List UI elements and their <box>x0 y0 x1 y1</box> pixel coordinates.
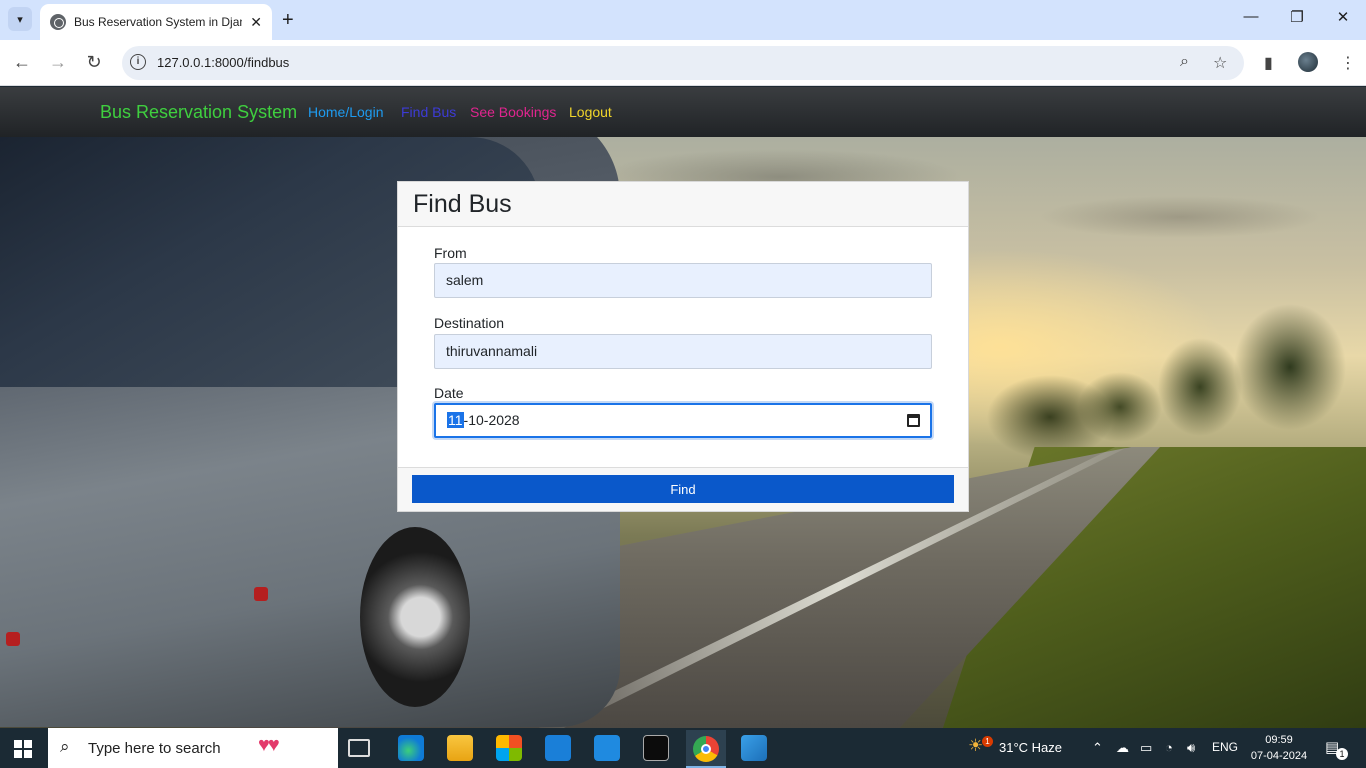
zoom-icon[interactable]: ⌕ <box>1180 53 1189 71</box>
brand-link[interactable]: Bus Reservation System <box>100 102 297 123</box>
from-label: From <box>434 245 467 261</box>
find-bus-card: Find Bus From salem Destination thiruvan… <box>397 181 969 512</box>
menu-icon[interactable]: ⋮ <box>1340 53 1356 73</box>
background-trees <box>960 247 1366 457</box>
star-icon[interactable]: ☆ <box>1213 53 1227 73</box>
chevron-down-icon: ▾ <box>17 13 23 26</box>
browser-tab[interactable]: Bus Reservation System in Djan ✕ <box>40 4 272 40</box>
microsoft-store-icon[interactable] <box>496 735 522 761</box>
weather-icon[interactable]: ☀ <box>968 736 983 756</box>
new-tab-button[interactable]: + <box>282 9 294 31</box>
chrome-taskbar-item[interactable] <box>686 730 726 768</box>
nav-see-bookings[interactable]: See Bookings <box>470 104 556 120</box>
wifi-icon[interactable]: ◔ <box>1165 740 1173 755</box>
mail-icon[interactable] <box>545 735 571 761</box>
browser-tabstrip: ▾ Bus Reservation System in Djan ✕ + — ❐… <box>0 0 1366 40</box>
card-title: Find Bus <box>413 190 512 218</box>
back-arrow-icon[interactable]: ← <box>10 52 34 72</box>
date-day-selected[interactable]: 11 <box>447 412 464 428</box>
side-panel-icon[interactable]: ▮ <box>1264 53 1273 73</box>
tab-search-button[interactable]: ▾ <box>8 7 32 31</box>
close-window-button[interactable]: ✕ <box>1320 8 1366 26</box>
from-value: salem <box>446 272 484 288</box>
restore-button[interactable]: ❐ <box>1274 8 1320 26</box>
date-label: Date <box>434 385 464 401</box>
browser-toolbar: ← → ↻ i 127.0.0.1:8000/findbus ⌕ ☆ ▮ ⋮ <box>0 40 1366 86</box>
windows-start-icon[interactable] <box>14 740 32 758</box>
page-background: Bus Reservation System Home/Login Find B… <box>0 87 1366 728</box>
search-icon: ⌕ <box>60 737 70 756</box>
site-navbar: Bus Reservation System Home/Login Find B… <box>0 87 1366 137</box>
destination-value: thiruvannamali <box>446 343 538 359</box>
photos-icon[interactable] <box>741 735 767 761</box>
chevron-up-icon[interactable]: ⌃ <box>1092 740 1103 756</box>
close-icon[interactable]: ✕ <box>250 14 262 31</box>
vscode-icon[interactable] <box>594 735 620 761</box>
taskbar-search-placeholder: Type here to search <box>88 740 221 757</box>
volume-icon[interactable]: 🔊︎ <box>1187 740 1195 756</box>
windows-taskbar: ⌕ Type here to search ♥♥ ☀ 1 31°C Haze ⌃… <box>0 728 1366 768</box>
calendar-icon[interactable] <box>907 414 920 427</box>
bus-wheel <box>360 527 470 707</box>
profile-avatar[interactable] <box>1298 52 1318 72</box>
url-text[interactable]: 127.0.0.1:8000/findbus <box>157 55 289 70</box>
taskbar-search-box[interactable]: ⌕ Type here to search ♥♥ <box>48 728 338 768</box>
notifications-badge: 1 <box>1336 748 1348 760</box>
minimize-button[interactable]: — <box>1228 8 1274 25</box>
find-button[interactable]: Find <box>412 475 954 503</box>
globe-icon <box>50 14 66 30</box>
terminal-icon[interactable] <box>643 735 669 761</box>
card-header: Find Bus <box>398 182 968 227</box>
file-explorer-icon[interactable] <box>447 735 473 761</box>
forward-arrow-icon[interactable]: → <box>46 52 70 72</box>
date-month-year[interactable]: -10-2028 <box>464 412 520 428</box>
destination-label: Destination <box>434 315 505 331</box>
weather-badge: 1 <box>982 736 993 747</box>
hearts-icon: ♥♥ <box>258 734 280 756</box>
from-field[interactable]: salem <box>434 263 932 298</box>
info-icon[interactable]: i <box>130 54 146 70</box>
edge-icon[interactable] <box>398 735 424 761</box>
date-field[interactable]: 11-10-2028 <box>434 403 932 438</box>
bus-light <box>6 632 20 646</box>
bus-light <box>254 587 268 601</box>
clock-time: 09:59 <box>1265 734 1293 746</box>
language-indicator[interactable]: ENG <box>1212 740 1238 754</box>
clock[interactable]: 09:59 07-04-2024 <box>1249 732 1309 764</box>
card-footer: Find <box>398 467 968 511</box>
tab-title: Bus Reservation System in Djan <box>74 15 242 29</box>
nav-home-login[interactable]: Home/Login <box>308 104 384 120</box>
task-view-icon[interactable] <box>348 739 370 757</box>
nav-find-bus[interactable]: Find Bus <box>401 104 456 120</box>
address-bar[interactable]: i 127.0.0.1:8000/findbus ⌕ ☆ <box>122 46 1244 80</box>
nav-logout[interactable]: Logout <box>569 104 612 120</box>
onedrive-icon[interactable]: ☁ <box>1116 740 1129 756</box>
battery-icon[interactable]: ▭ <box>1140 740 1152 756</box>
reload-icon[interactable]: ↻ <box>82 52 106 72</box>
destination-field[interactable]: thiruvannamali <box>434 334 932 369</box>
weather-text[interactable]: 31°C Haze <box>999 740 1062 755</box>
chrome-icon <box>693 736 719 762</box>
clock-date: 07-04-2024 <box>1250 750 1308 762</box>
